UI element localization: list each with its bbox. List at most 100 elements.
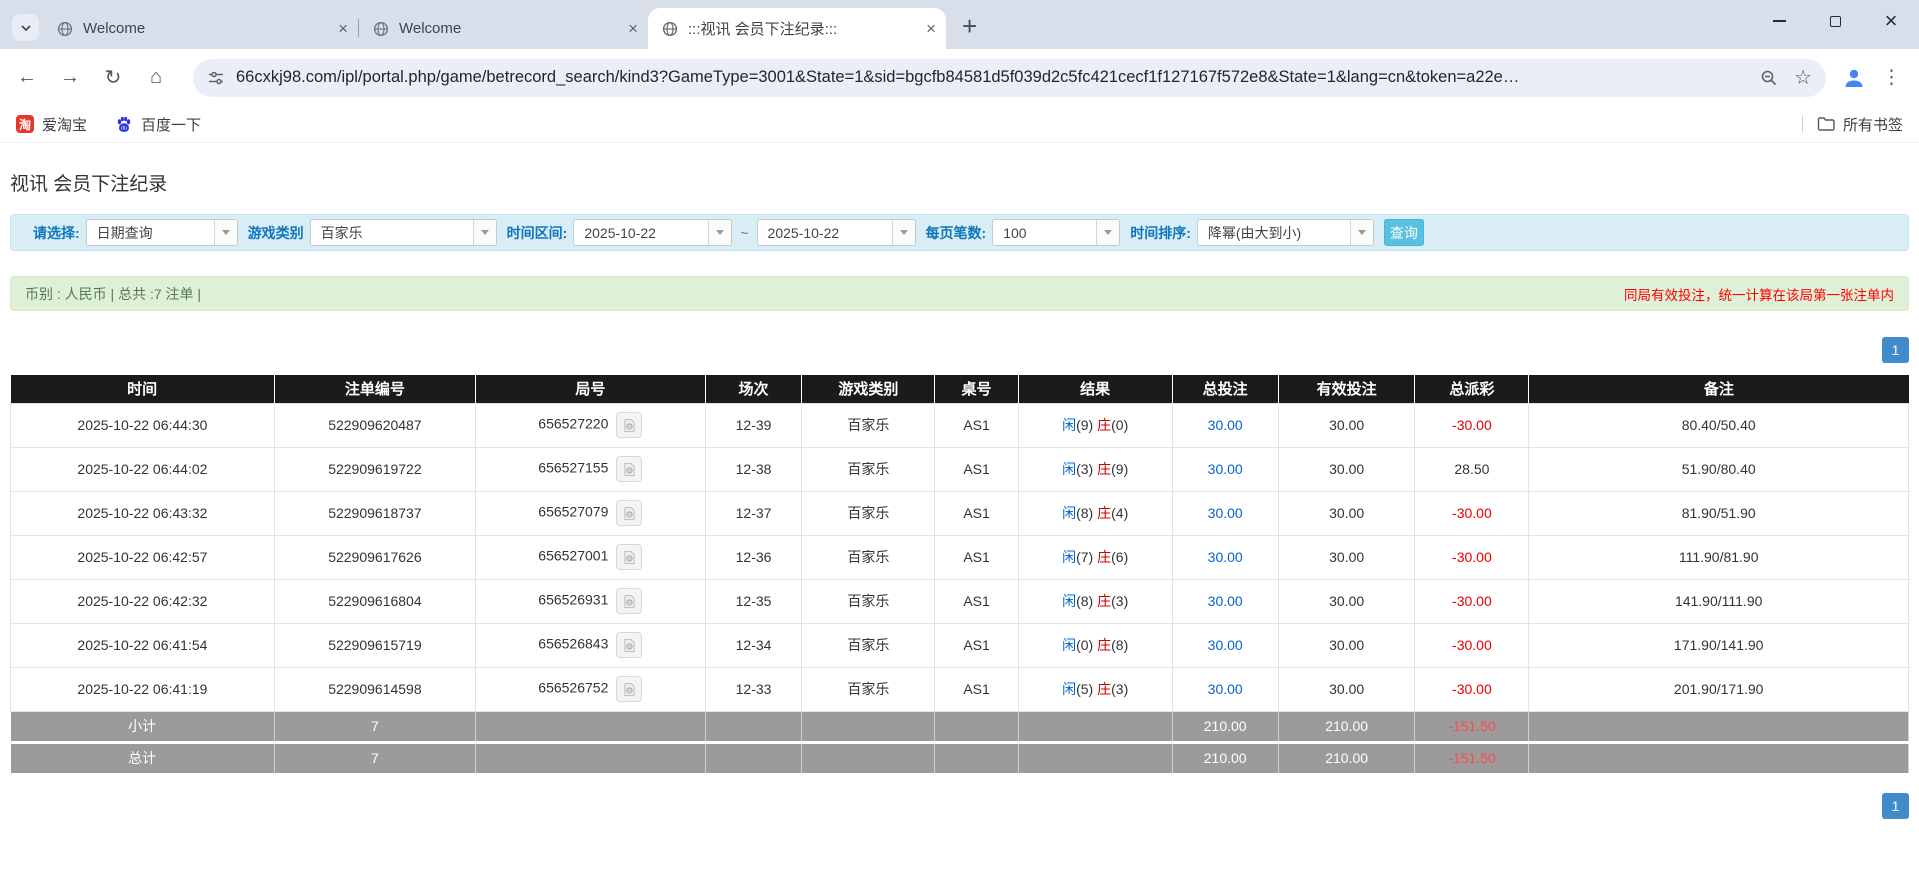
table-row: 2025-10-22 06:44:02 522909619722 656527155… xyxy=(10,446,1909,492)
bookmark-taobao[interactable]: 淘 爱淘宝 xyxy=(16,114,87,135)
pagination-page-button[interactable]: 1 xyxy=(1882,793,1909,819)
cell-time: 2025-10-22 06:41:54 xyxy=(10,622,275,668)
bookmark-label: 百度一下 xyxy=(141,116,202,134)
filter-bar: 请选择: 日期查询 游戏类别 百家乐 时间区间: 2025-10-22 ~ 20… xyxy=(10,214,1909,251)
cell-time: 2025-10-22 06:43:32 xyxy=(10,490,275,536)
browser-tab-1[interactable]: Welcome × xyxy=(43,8,358,49)
round-number: 656527079 xyxy=(538,503,609,520)
cell-time: 2025-10-22 06:44:30 xyxy=(10,402,275,448)
cell-total-bet: 30.00 xyxy=(1171,534,1279,580)
video-replay-button[interactable] xyxy=(616,588,643,614)
cell-empty xyxy=(1528,740,1909,773)
cell-empty xyxy=(705,740,803,773)
cell-game-type: 百家乐 xyxy=(801,622,936,668)
bookmark-star-icon[interactable]: ☆ xyxy=(1794,68,1812,88)
cell-result: 闲(8) 庄(3) xyxy=(1017,578,1173,624)
browser-tab-strip: Welcome × Welcome × :::视讯 会员下注纪录::: × + … xyxy=(0,0,1919,49)
tab-close-icon[interactable]: × xyxy=(628,20,638,37)
bookmarks-bar: 淘 爱淘宝 du 百度一下 所有书签 xyxy=(0,106,1919,143)
cell-result: 闲(5) 庄(3) xyxy=(1017,666,1173,712)
player-result: 闲 xyxy=(1062,681,1077,697)
video-replay-button[interactable] xyxy=(616,632,643,658)
minimize-button[interactable] xyxy=(1751,0,1807,42)
date-to-picker[interactable]: 2025-10-22 xyxy=(756,219,916,246)
search-button[interactable]: 查询 xyxy=(1383,219,1424,246)
chevron-down-icon xyxy=(472,220,496,245)
cell-valid-bet: 210.00 xyxy=(1278,710,1416,742)
cell-bet-number: 522909618737 xyxy=(273,490,477,536)
query-type-select[interactable]: 日期查询 xyxy=(85,219,238,246)
banker-points: (3) xyxy=(1111,593,1129,609)
game-type-select[interactable]: 百家乐 xyxy=(309,219,497,246)
tab-close-icon[interactable]: × xyxy=(926,20,936,37)
cell-bet-number: 522909619722 xyxy=(273,446,477,492)
cell-payout: -151.50 xyxy=(1414,710,1530,742)
site-settings-icon[interactable] xyxy=(207,69,225,87)
cell-table-number: AS1 xyxy=(934,622,1019,668)
total-bet-link[interactable]: 30.00 xyxy=(1208,417,1243,433)
banker-result: 庄 xyxy=(1097,637,1112,653)
cell-result: 闲(0) 庄(8) xyxy=(1017,622,1173,668)
cell-total-bet: 30.00 xyxy=(1171,402,1279,448)
reload-icon[interactable]: ↻ xyxy=(101,65,125,90)
back-icon[interactable]: ← xyxy=(15,66,39,89)
player-points: (8) xyxy=(1076,593,1094,609)
table-header-row: 时间 注单编号 局号 场次 游戏类别 桌号 结果 总投注 有效投注 总派彩 备注 xyxy=(10,375,1909,403)
cell-count: 7 xyxy=(274,710,477,742)
browser-tab-active[interactable]: :::视讯 会员下注纪录::: × xyxy=(648,8,946,49)
video-replay-button[interactable] xyxy=(616,500,643,526)
cell-empty xyxy=(1528,710,1909,742)
bet-records-table: 时间 注单编号 局号 场次 游戏类别 桌号 结果 总投注 有效投注 总派彩 备注 2025-10-2… xyxy=(10,375,1909,773)
cell-table-number: AS1 xyxy=(934,490,1019,536)
banker-points: (0) xyxy=(1111,417,1129,433)
new-tab-button[interactable]: + xyxy=(962,13,977,39)
close-button[interactable]: × xyxy=(1863,0,1919,42)
video-replay-button[interactable] xyxy=(616,544,643,570)
cell-game-type: 百家乐 xyxy=(801,578,936,624)
address-bar[interactable]: 66cxkj98.com/ipl/portal.php/game/betreco… xyxy=(193,58,1826,97)
cell-note: 171.90/141.90 xyxy=(1528,622,1909,668)
cell-table-number: AS1 xyxy=(934,402,1019,448)
total-bet-link[interactable]: 30.00 xyxy=(1208,681,1243,697)
home-icon[interactable]: ⌂ xyxy=(144,66,168,89)
banker-result: 庄 xyxy=(1097,681,1112,697)
total-bet-link[interactable]: 30.00 xyxy=(1208,505,1243,521)
total-bet-link[interactable]: 30.00 xyxy=(1208,461,1243,477)
cell-empty xyxy=(934,740,1019,773)
cell-result: 闲(7) 庄(6) xyxy=(1017,534,1173,580)
per-page-select[interactable]: 100 xyxy=(992,219,1121,246)
total-bet-link[interactable]: 30.00 xyxy=(1208,637,1243,653)
tab-search-button[interactable] xyxy=(12,14,39,41)
cell-valid-bet: 210.00 xyxy=(1278,740,1416,773)
pagination-page-button[interactable]: 1 xyxy=(1882,337,1909,363)
tab-close-icon[interactable]: × xyxy=(338,20,348,37)
round-number: 656527001 xyxy=(538,547,609,564)
url-text[interactable]: 66cxkj98.com/ipl/portal.php/game/betreco… xyxy=(236,68,1748,87)
cell-time: 2025-10-22 06:42:32 xyxy=(10,578,275,624)
globe-icon xyxy=(57,21,73,37)
player-result: 闲 xyxy=(1062,637,1077,653)
table-row: 2025-10-22 06:44:30 522909620487 656527220… xyxy=(10,402,1909,448)
zoom-icon[interactable] xyxy=(1760,69,1778,87)
menu-dots-icon[interactable]: ⋮ xyxy=(1882,66,1901,89)
total-bet-link[interactable]: 30.00 xyxy=(1208,549,1243,565)
browser-tab-2[interactable]: Welcome × xyxy=(359,8,648,49)
date-from-picker[interactable]: 2025-10-22 xyxy=(573,219,733,246)
video-replay-button[interactable] xyxy=(616,412,643,438)
cell-empty xyxy=(801,710,936,742)
all-bookmarks-button[interactable]: 所有书签 xyxy=(1801,114,1903,135)
bookmark-baidu[interactable]: du 百度一下 xyxy=(115,114,201,135)
cell-total-bet: 30.00 xyxy=(1171,490,1279,536)
video-replay-button[interactable] xyxy=(616,456,643,482)
cell-round-number: 656526931 xyxy=(475,578,706,624)
tab-title: Welcome xyxy=(83,20,146,37)
tab-title: Welcome xyxy=(399,20,462,37)
video-replay-button[interactable] xyxy=(616,676,643,702)
total-bet-link[interactable]: 30.00 xyxy=(1208,593,1243,609)
cell-note: 80.40/50.40 xyxy=(1528,402,1909,448)
profile-avatar[interactable] xyxy=(1842,66,1866,90)
forward-icon[interactable]: → xyxy=(58,66,82,89)
cell-payout: -30.00 xyxy=(1414,534,1530,580)
maximize-button[interactable] xyxy=(1807,0,1863,42)
sort-select[interactable]: 降幂(由大到小) xyxy=(1196,219,1374,246)
